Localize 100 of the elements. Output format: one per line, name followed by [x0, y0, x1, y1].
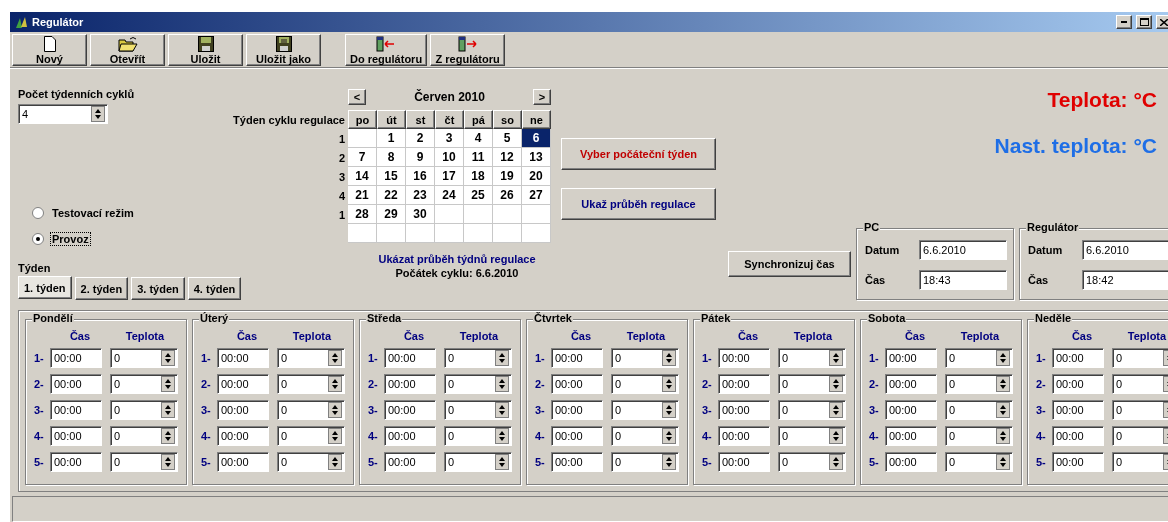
- time-field[interactable]: 00:00: [551, 452, 603, 472]
- temperature-spin-field[interactable]: 0: [778, 348, 846, 368]
- time-field[interactable]: 00:00: [1052, 452, 1104, 472]
- time-field[interactable]: 00:00: [718, 374, 770, 394]
- time-field[interactable]: 00:00: [50, 400, 102, 420]
- temperature-spin-field[interactable]: 0: [444, 348, 512, 368]
- calendar-day[interactable]: 25: [464, 186, 493, 205]
- temperature-spin-field[interactable]: 0: [778, 452, 846, 472]
- time-field[interactable]: 00:00: [217, 348, 269, 368]
- calendar-day[interactable]: 11: [464, 148, 493, 167]
- calendar-day[interactable]: 9: [406, 148, 435, 167]
- time-field[interactable]: 00:00: [384, 348, 436, 368]
- time-field[interactable]: 00:00: [50, 452, 102, 472]
- sync-time-button[interactable]: Synchronizuj čas: [728, 251, 851, 277]
- temperature-spin-field[interactable]: 0: [778, 400, 846, 420]
- time-field[interactable]: 18:43: [919, 270, 1007, 290]
- toolbar-button[interactable]: Uložit: [168, 34, 243, 66]
- calendar-day[interactable]: 6: [522, 129, 551, 148]
- temperature-spin-field[interactable]: 0: [277, 374, 345, 394]
- time-field[interactable]: 00:00: [384, 452, 436, 472]
- temperature-spin-field[interactable]: 0: [444, 452, 512, 472]
- week-tab[interactable]: 2. týden: [74, 277, 129, 300]
- temperature-spin-field[interactable]: 0: [945, 426, 1013, 446]
- date-field[interactable]: 6.6.2010: [919, 240, 1007, 260]
- temperature-spin-field[interactable]: 0: [110, 400, 178, 420]
- week-tab[interactable]: 4. týden: [187, 277, 242, 300]
- temperature-spin-field[interactable]: 0: [1112, 426, 1168, 446]
- time-field[interactable]: 00:00: [384, 374, 436, 394]
- toolbar-button[interactable]: Nový: [12, 34, 87, 66]
- calendar-day[interactable]: 29: [377, 205, 406, 224]
- temperature-spin-field[interactable]: 0: [945, 452, 1013, 472]
- time-field[interactable]: 00:00: [1052, 400, 1104, 420]
- calendar-day[interactable]: 1: [377, 129, 406, 148]
- time-field[interactable]: 00:00: [718, 400, 770, 420]
- time-field[interactable]: 00:00: [217, 452, 269, 472]
- time-field[interactable]: 00:00: [1052, 374, 1104, 394]
- calendar-day[interactable]: 5: [493, 129, 522, 148]
- time-field[interactable]: 00:00: [217, 426, 269, 446]
- calendar-day[interactable]: 26: [493, 186, 522, 205]
- cycles-spin-field[interactable]: 4: [18, 104, 108, 124]
- temperature-spin-field[interactable]: 0: [1112, 452, 1168, 472]
- time-field[interactable]: 00:00: [1052, 348, 1104, 368]
- temperature-spin-field[interactable]: 0: [277, 452, 345, 472]
- calendar-day[interactable]: 30: [406, 205, 435, 224]
- temperature-spin-field[interactable]: 0: [945, 374, 1013, 394]
- time-field[interactable]: 00:00: [551, 374, 603, 394]
- calendar-day[interactable]: 8: [377, 148, 406, 167]
- time-field[interactable]: 00:00: [885, 426, 937, 446]
- time-field[interactable]: 00:00: [50, 426, 102, 446]
- temperature-spin-field[interactable]: 0: [277, 348, 345, 368]
- temperature-spin-field[interactable]: 0: [110, 348, 178, 368]
- calendar-day[interactable]: 24: [435, 186, 464, 205]
- time-field[interactable]: 00:00: [885, 348, 937, 368]
- temperature-spin-field[interactable]: 0: [611, 426, 679, 446]
- time-field[interactable]: 00:00: [885, 374, 937, 394]
- calendar-day[interactable]: 20: [522, 167, 551, 186]
- temperature-spin-field[interactable]: 0: [277, 400, 345, 420]
- temperature-spin-field[interactable]: 0: [611, 400, 679, 420]
- temperature-spin-field[interactable]: 0: [611, 374, 679, 394]
- calendar-day[interactable]: 16: [406, 167, 435, 186]
- temperature-spin-field[interactable]: 0: [444, 400, 512, 420]
- calendar-day[interactable]: 17: [435, 167, 464, 186]
- temperature-spin-field[interactable]: 0: [945, 400, 1013, 420]
- action-button[interactable]: Ukaž průběh regulace: [561, 188, 716, 220]
- calendar-day[interactable]: 23: [406, 186, 435, 205]
- previous-month-button[interactable]: <: [348, 89, 366, 105]
- temperature-spin-field[interactable]: 0: [444, 374, 512, 394]
- calendar-day[interactable]: 15: [377, 167, 406, 186]
- calendar-day[interactable]: 14: [348, 167, 377, 186]
- temperature-spin-field[interactable]: 0: [1112, 374, 1168, 394]
- calendar-day[interactable]: 28: [348, 205, 377, 224]
- calendar-day[interactable]: 27: [522, 186, 551, 205]
- time-field[interactable]: 00:00: [50, 348, 102, 368]
- temperature-spin-field[interactable]: 0: [778, 374, 846, 394]
- date-field[interactable]: 6.6.2010: [1082, 240, 1168, 260]
- calendar-day[interactable]: 12: [493, 148, 522, 167]
- temperature-spin-field[interactable]: 0: [1112, 400, 1168, 420]
- calendar-day[interactable]: 10: [435, 148, 464, 167]
- calendar-day[interactable]: 18: [464, 167, 493, 186]
- temperature-spin-field[interactable]: 0: [444, 426, 512, 446]
- action-button[interactable]: Vyber počáteční týden: [561, 138, 716, 170]
- toolbar-button[interactable]: Do regulátoru: [345, 34, 428, 66]
- next-month-button[interactable]: >: [533, 89, 551, 105]
- time-field[interactable]: 00:00: [551, 348, 603, 368]
- temperature-spin-field[interactable]: 0: [110, 374, 178, 394]
- time-field[interactable]: 00:00: [217, 374, 269, 394]
- time-field[interactable]: 00:00: [718, 426, 770, 446]
- toolbar-button[interactable]: Uložit jako: [246, 34, 321, 66]
- radio-label[interactable]: Provoz: [50, 232, 91, 246]
- calendar-day[interactable]: 22: [377, 186, 406, 205]
- calendar-day[interactable]: 2: [406, 129, 435, 148]
- time-field[interactable]: 00:00: [718, 348, 770, 368]
- time-field[interactable]: 18:42: [1082, 270, 1168, 290]
- time-field[interactable]: 00:00: [217, 400, 269, 420]
- radio-label[interactable]: Testovací režim: [50, 206, 136, 220]
- week-tab[interactable]: 3. týden: [131, 277, 185, 300]
- time-field[interactable]: 00:00: [718, 452, 770, 472]
- time-field[interactable]: 00:00: [551, 426, 603, 446]
- calendar-day[interactable]: 3: [435, 129, 464, 148]
- calendar-day[interactable]: 19: [493, 167, 522, 186]
